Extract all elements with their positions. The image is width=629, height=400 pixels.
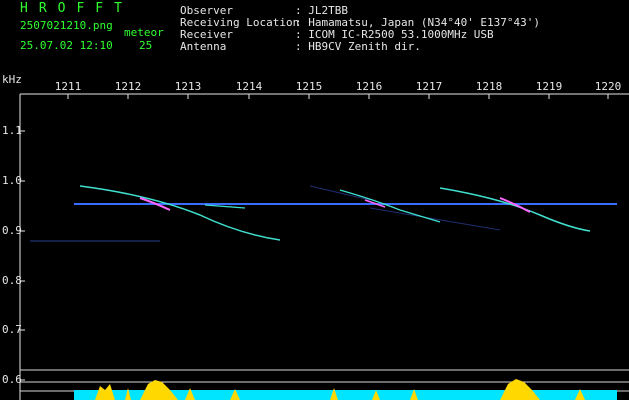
meteor-echo [204,204,246,209]
faint-trace [309,185,371,201]
spectrogram [19,93,629,400]
meteor-echo [339,189,441,223]
meteor-echo [439,187,591,232]
meteor-echo [79,185,281,241]
x-tick-marks [67,94,609,99]
y-tick-marks [20,130,25,381]
faint-trace [369,207,501,231]
